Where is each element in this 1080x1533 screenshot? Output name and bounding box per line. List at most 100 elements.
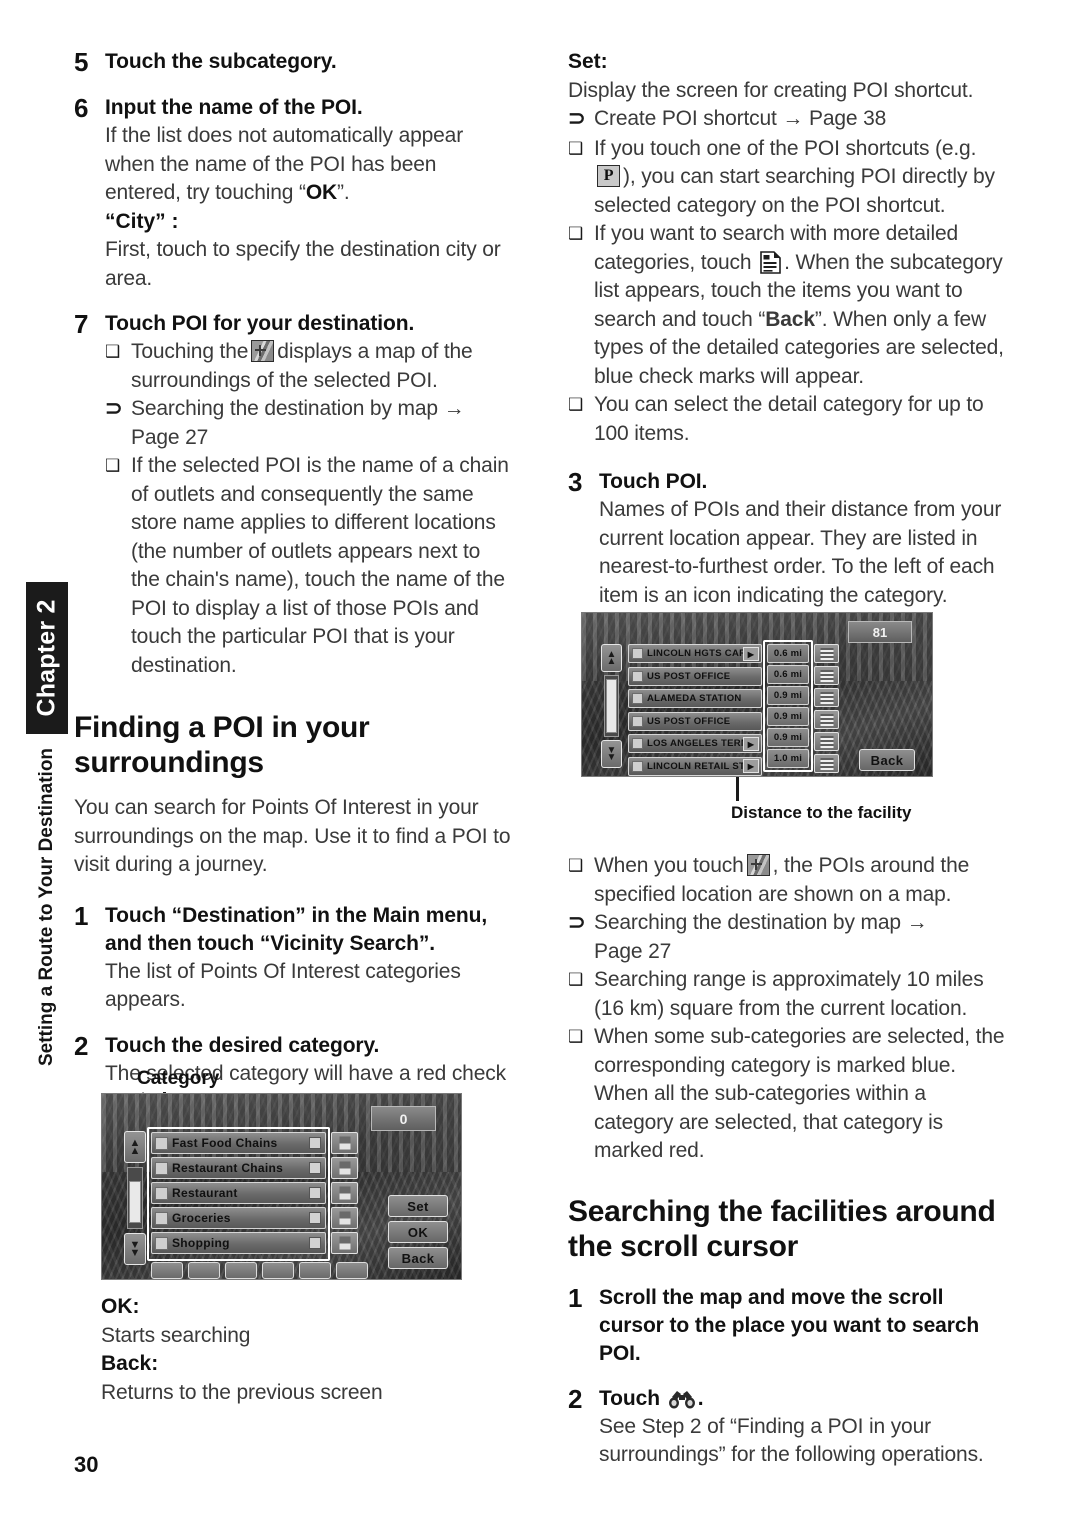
back-button[interactable]: Back — [388, 1247, 448, 1269]
map-reference-text: Searching the destination by map — [594, 911, 901, 934]
touch-map-note: When you touch, the POIs around the spec… — [568, 852, 1006, 909]
square-bullet-icon — [568, 220, 594, 391]
poi-shortcut-tab[interactable] — [262, 1262, 294, 1279]
city-term: “City” : — [105, 209, 179, 233]
poi-counter: 81 — [848, 621, 912, 643]
poi-map-button[interactable] — [814, 688, 839, 707]
poi-scrollbar-thumb[interactable] — [606, 679, 617, 733]
subcategory-button[interactable] — [331, 1157, 358, 1179]
step-5: 5 Touch the subcategory. — [74, 48, 512, 77]
groceries-icon — [155, 1211, 168, 1225]
category-row-checkbox[interactable] — [309, 1212, 321, 1224]
poi-shortcut-tab[interactable] — [188, 1262, 220, 1279]
poi-row[interactable]: LINCOLN HGTS CARRIE ▶ — [628, 644, 762, 663]
poi-map-button[interactable] — [814, 644, 839, 663]
poi-category-icon — [632, 670, 643, 682]
poi-map-button[interactable] — [814, 710, 839, 729]
step-6-title: Input the name of the POI. — [105, 96, 363, 119]
reference-arrow-icon — [105, 395, 131, 452]
poi-shortcut-tab[interactable] — [151, 1262, 183, 1279]
category-counter: 0 — [371, 1106, 436, 1131]
step-6-body: If the list does not automatically appea… — [105, 122, 512, 208]
poi-map-button[interactable] — [814, 754, 839, 773]
square-bullet-icon — [568, 391, 594, 448]
detail-limit-note: You can select the detail category for u… — [568, 391, 1006, 448]
step-2b-body: See Step 2 of “Finding a POI in your sur… — [599, 1414, 984, 1467]
poi-shortcut-tab[interactable] — [225, 1262, 257, 1279]
manual-page: Chapter 2 Setting a Route to Your Destin… — [0, 0, 1080, 1533]
category-row-checkbox[interactable] — [309, 1162, 321, 1174]
poi-row[interactable]: LOS ANGELES TERMIN ▶ — [628, 734, 762, 753]
category-row-label: Restaurant — [172, 1186, 238, 1200]
step-2b-title-post: . — [697, 1386, 704, 1410]
poi-row[interactable]: US POST OFFICE — [628, 666, 762, 686]
detail-note-bold: Back — [765, 307, 815, 331]
restaurant-icon — [155, 1186, 168, 1200]
poi-scrollbar-track[interactable] — [604, 675, 619, 737]
category-scrollbar-track[interactable] — [127, 1167, 143, 1229]
set-body: Display the screen for creating POI shor… — [568, 78, 974, 102]
poi-row-expand-icon[interactable]: ▶ — [743, 759, 759, 773]
heading-scroll-cursor: Searching the facilities around the scro… — [568, 1194, 996, 1263]
map-thumbnail-icon — [746, 854, 770, 876]
shopping-icon — [155, 1236, 168, 1250]
poi-row-expand-icon[interactable]: ▶ — [743, 646, 759, 661]
category-row[interactable]: Restaurant — [151, 1182, 326, 1204]
step-1-scroll: 1 Scroll the map and move the scroll cur… — [568, 1283, 1006, 1368]
chapter-tab-label: Chapter 2 — [32, 599, 61, 717]
poi-distance: 0.9 mi — [767, 728, 809, 747]
poi-row[interactable]: LINCOLN RETAIL STOR ▶ — [628, 756, 762, 776]
poi-map-button[interactable] — [814, 666, 839, 685]
category-row-checkbox[interactable] — [309, 1237, 321, 1249]
poi-scroll-up-button[interactable]: ▲ ▲ — [601, 644, 622, 672]
poi-category-icon — [632, 648, 643, 659]
category-row-list: Fast Food Chains Restaurant Chains Resta… — [151, 1132, 326, 1254]
subcategory-button[interactable] — [331, 1232, 358, 1254]
poi-row-expand-icon[interactable]: ▶ — [743, 736, 759, 751]
step-5-title: Touch the subcategory. — [105, 50, 337, 73]
step-7-note-1: Touching thedisplays a map of the surrou… — [105, 338, 512, 395]
poi-back-button[interactable]: Back — [859, 749, 915, 771]
poi-row[interactable]: US POST OFFICE — [628, 711, 762, 731]
poi-map-button[interactable] — [814, 732, 839, 751]
poi-scroll-down-button[interactable]: ▼ ▼ — [601, 740, 622, 768]
poi-shortcut-tab[interactable] — [336, 1262, 368, 1279]
subcategory-marking-note: When some sub-categories are selected, t… — [568, 1023, 1006, 1166]
square-bullet-icon — [568, 135, 594, 221]
category-row-label: Shopping — [172, 1236, 230, 1250]
category-row[interactable]: Restaurant Chains — [151, 1157, 326, 1179]
category-scroll-up-button[interactable]: ▲ ▲ — [124, 1131, 146, 1163]
poi-row[interactable]: ALAMEDA STATION — [628, 689, 762, 708]
category-row-checkbox[interactable] — [309, 1187, 321, 1199]
subcategory-button[interactable] — [331, 1132, 358, 1154]
category-row[interactable]: Groceries — [151, 1207, 326, 1229]
category-scroll-down-button[interactable]: ▼ ▼ — [124, 1233, 146, 1265]
step-7: 7 Touch POI for your destination. Touchi… — [74, 310, 512, 680]
category-row[interactable]: Fast Food Chains — [151, 1132, 326, 1154]
subcategory-button[interactable] — [331, 1182, 358, 1204]
step-7-reference-page: Page 27 — [131, 425, 209, 449]
poi-row-label: LOS ANGELES TERMIN — [647, 738, 743, 749]
subcategory-button[interactable] — [331, 1207, 358, 1229]
category-row[interactable]: Shopping — [151, 1232, 326, 1254]
shortcut-note-pre: If you touch one of the POI shortcuts (e… — [594, 136, 977, 160]
reference-arrow-icon — [568, 909, 594, 966]
poi-distance: 0.9 mi — [767, 686, 809, 705]
ok-button[interactable]: OK — [388, 1221, 448, 1243]
poi-list-screenshot: 81 ▲ ▲ ▼ ▼ LINCOLN HGTS CARRIE ▶ US POST… — [581, 612, 933, 777]
section-caption-label: Setting a Route to Your Destination — [36, 747, 57, 1067]
poi-distance: 1.0 mi — [767, 749, 809, 768]
triangle-down-icon: ▼ — [129, 1247, 141, 1259]
poi-row-label: LINCOLN HGTS CARRIE — [647, 648, 743, 659]
step-3-title: Touch POI. — [599, 470, 708, 493]
category-row-checkbox[interactable] — [309, 1137, 321, 1149]
category-callout-label: Category — [137, 1068, 220, 1089]
category-scrollbar-thumb[interactable] — [129, 1181, 141, 1223]
step-7-note-1-pre: Touching the — [131, 340, 249, 363]
step-7-reference: Searching the destination by map Page 27 — [105, 395, 512, 452]
poi-shortcut-tab[interactable] — [299, 1262, 331, 1279]
poi-row-label: LINCOLN RETAIL STOR — [647, 760, 743, 772]
poi-category-icon — [632, 738, 643, 749]
poi-distance: 0.6 mi — [767, 665, 809, 684]
set-button[interactable]: Set — [388, 1195, 448, 1217]
